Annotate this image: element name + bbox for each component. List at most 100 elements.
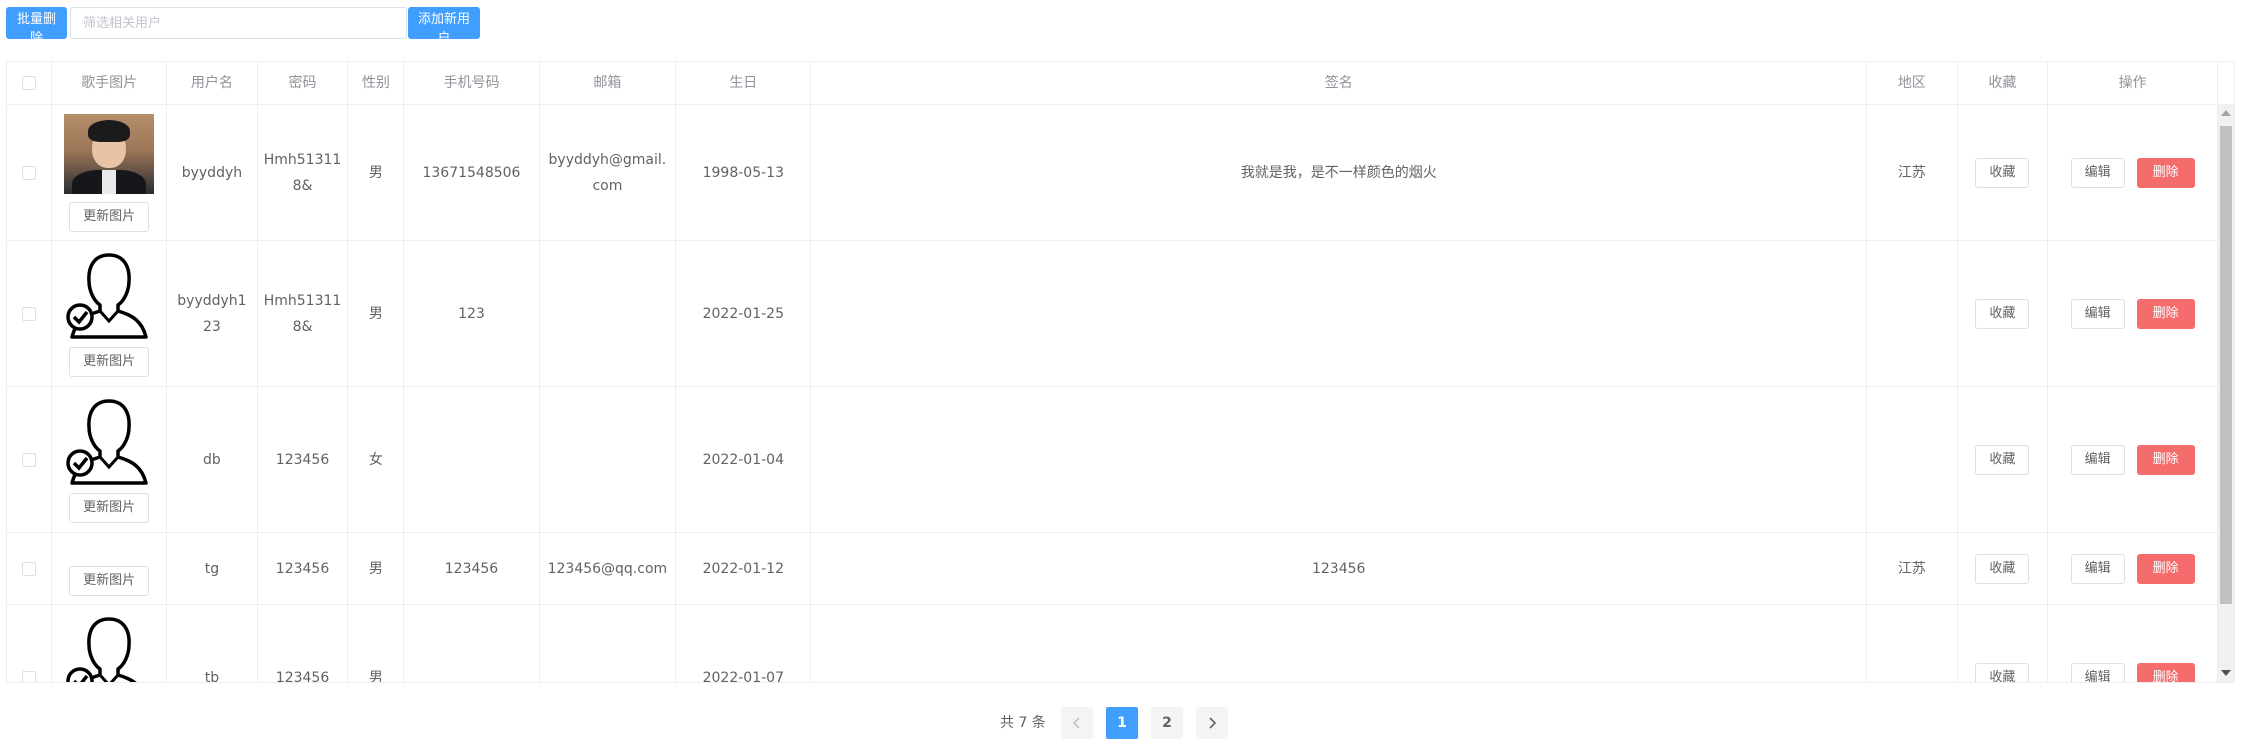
signature-cell: 我就是我，是不一样颜色的烟火	[810, 104, 1868, 241]
gender-cell: 男	[347, 604, 405, 682]
search-input[interactable]	[71, 8, 405, 38]
email-cell: 123456@qq.com	[539, 532, 677, 605]
phone-cell: 123456	[403, 532, 540, 605]
page-button-2[interactable]: 2	[1151, 707, 1183, 739]
vertical-scrollbar[interactable]	[2218, 104, 2234, 682]
table-row: 更新图片 byyddyh123 Hmh513118& 男 123 2022-01…	[7, 240, 2218, 387]
default-user-avatar-icon	[66, 252, 148, 339]
phone-cell	[403, 604, 540, 682]
batch-delete-button[interactable]: 批量删除	[6, 7, 67, 46]
password-cell: 123456	[257, 532, 349, 605]
header-select-all[interactable]	[7, 62, 53, 105]
password-cell: 123456	[257, 604, 349, 682]
edit-button[interactable]: 编辑	[2070, 662, 2125, 682]
delete-button[interactable]: 删除	[2136, 157, 2195, 188]
signature-cell	[810, 240, 1868, 387]
chevron-left-icon	[1072, 717, 1080, 729]
user-table-grid: 歌手图片 用户名 密码 性别 手机号码 邮箱 生日 签名 地区 收藏 操作 更新…	[7, 62, 2218, 682]
singer-picture-cell: 更新图片	[51, 386, 168, 533]
email-cell	[539, 240, 677, 387]
singer-photo	[64, 113, 155, 194]
region-cell	[1866, 604, 1958, 682]
default-user-avatar-icon	[66, 398, 148, 485]
pagination: 共 7 条 1 2	[0, 707, 2241, 739]
region-cell	[1866, 240, 1958, 387]
birthday-cell: 2022-01-04	[675, 386, 812, 533]
header-signature: 签名	[810, 62, 1868, 105]
header-gender: 性别	[347, 62, 405, 105]
add-user-button[interactable]: 添加新用户	[408, 7, 480, 46]
delete-button[interactable]: 删除	[2136, 444, 2195, 475]
birthday-cell: 2022-01-07	[675, 604, 812, 682]
gender-cell: 男	[347, 104, 405, 241]
region-cell	[1866, 386, 1958, 533]
email-cell	[539, 604, 677, 682]
delete-button[interactable]: 删除	[2136, 298, 2195, 329]
table-row: 更新图片 tb 123456 男 2022-01-07 收藏 编辑删除	[7, 604, 2218, 682]
scrollbar-thumb[interactable]	[2220, 126, 2232, 604]
row-checkbox[interactable]	[22, 670, 37, 682]
edit-button[interactable]: 编辑	[2070, 157, 2125, 188]
user-table: 歌手图片 用户名 密码 性别 手机号码 邮箱 生日 签名 地区 收藏 操作 更新…	[6, 61, 2235, 683]
update-picture-button[interactable]: 更新图片	[69, 201, 150, 232]
singer-picture-cell: 更新图片	[51, 104, 168, 241]
header-actions: 操作	[2047, 62, 2218, 105]
edit-button[interactable]: 编辑	[2070, 298, 2125, 329]
gender-cell: 男	[347, 532, 405, 605]
favorite-button[interactable]: 收藏	[1975, 157, 2030, 188]
password-cell: Hmh513118&	[257, 240, 349, 387]
scroll-up-arrow-icon[interactable]	[2221, 110, 2231, 116]
update-picture-button[interactable]: 更新图片	[69, 492, 150, 523]
edit-button[interactable]: 编辑	[2070, 553, 2125, 584]
row-checkbox[interactable]	[22, 452, 37, 467]
table-row: 更新图片 db 123456 女 2022-01-04 收藏 编辑 删除	[7, 386, 2218, 533]
header-region: 地区	[1866, 62, 1958, 105]
header-phone: 手机号码	[403, 62, 540, 105]
region-cell: 江苏	[1866, 104, 1958, 241]
favorite-button[interactable]: 收藏	[1975, 662, 2030, 682]
signature-cell	[810, 386, 1868, 533]
row-checkbox[interactable]	[22, 165, 37, 180]
favorite-button[interactable]: 收藏	[1975, 553, 2030, 584]
signature-cell	[810, 604, 1868, 682]
select-all-checkbox[interactable]	[22, 76, 37, 90]
gender-cell: 女	[347, 386, 405, 533]
region-cell: 江苏	[1866, 532, 1958, 605]
singer-picture-cell: 更新图片	[51, 240, 168, 387]
delete-button[interactable]: 删除	[2136, 553, 2195, 584]
delete-button[interactable]: 删除	[2136, 662, 2195, 682]
email-cell: byyddyh@gmail.com	[539, 104, 677, 241]
singer-picture-cell: 更新图片	[51, 532, 168, 605]
birthday-cell: 2022-01-12	[675, 532, 812, 605]
header-birthday: 生日	[675, 62, 812, 105]
phone-cell: 123	[403, 240, 540, 387]
scroll-down-arrow-icon[interactable]	[2221, 670, 2231, 676]
phone-cell	[403, 386, 540, 533]
header-password: 密码	[257, 62, 349, 105]
header-username: 用户名	[166, 62, 258, 105]
username-cell: byyddyh	[166, 104, 258, 241]
phone-cell: 13671548506	[403, 104, 540, 241]
page-button-1[interactable]: 1	[1106, 707, 1138, 739]
table-row: 更新图片 byyddyh Hmh513118& 男 13671548506 by…	[7, 104, 2218, 241]
username-cell: db	[166, 386, 258, 533]
signature-cell: 123456	[810, 532, 1868, 605]
password-cell: Hmh513118&	[257, 104, 349, 241]
pagination-total: 共 7 条	[1000, 715, 1046, 731]
row-checkbox[interactable]	[22, 561, 37, 576]
prev-page-button[interactable]	[1061, 707, 1093, 739]
table-header-row: 歌手图片 用户名 密码 性别 手机号码 邮箱 生日 签名 地区 收藏 操作	[7, 62, 2218, 105]
header-favorite: 收藏	[1957, 62, 2049, 105]
update-picture-button[interactable]: 更新图片	[69, 566, 150, 596]
edit-button[interactable]: 编辑	[2070, 444, 2125, 475]
email-cell	[539, 386, 677, 533]
favorite-button[interactable]: 收藏	[1975, 298, 2030, 329]
row-checkbox[interactable]	[22, 306, 37, 321]
table-row: 更新图片 tg 123456 男 123456 123456@qq.com 20…	[7, 532, 2218, 605]
username-cell: tb	[166, 604, 258, 682]
birthday-cell: 2022-01-25	[675, 240, 812, 387]
update-picture-button[interactable]: 更新图片	[69, 346, 150, 377]
next-page-button[interactable]	[1196, 707, 1228, 739]
gender-cell: 男	[347, 240, 405, 387]
favorite-button[interactable]: 收藏	[1975, 444, 2030, 475]
